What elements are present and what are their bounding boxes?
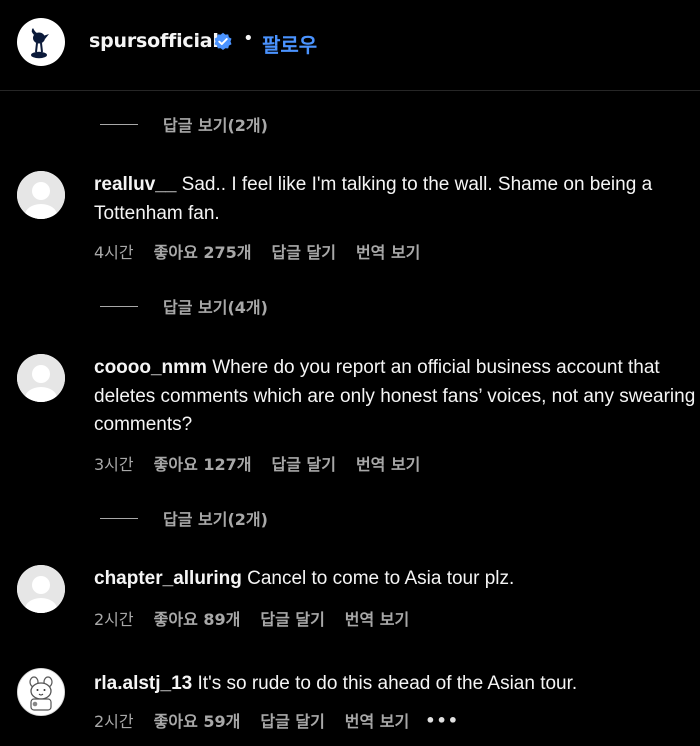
- translate-button[interactable]: 번역 보기: [356, 239, 420, 263]
- view-replies-label: 답글 보기(2개): [163, 116, 268, 135]
- reply-button[interactable]: 답글 달기: [260, 606, 324, 630]
- likes-count[interactable]: 좋아요 275개: [154, 239, 252, 263]
- comment-body: Sad.. I feel like I'm talking to the wal…: [94, 174, 653, 224]
- reply-button[interactable]: 답글 달기: [260, 708, 324, 732]
- follow-button[interactable]: 팔로우: [262, 29, 317, 58]
- replies-divider-line: [100, 305, 138, 307]
- reply-button[interactable]: 답글 달기: [271, 451, 335, 475]
- translate-button[interactable]: 번역 보기: [356, 451, 420, 475]
- comment-actions: 4시간 좋아요 275개 답글 달기 번역 보기: [94, 239, 436, 263]
- post-header: spursofficial • 팔로우: [0, 0, 700, 91]
- view-replies-label: 답글 보기(2개): [163, 510, 268, 529]
- comment-username[interactable]: coooo_nmm: [94, 357, 207, 378]
- default-avatar-icon[interactable]: [17, 171, 65, 219]
- comment-time: 3시간: [94, 455, 134, 474]
- likes-count[interactable]: 좋아요 89개: [154, 606, 241, 630]
- comment-actions: 2시간 좋아요 59개 답글 달기 번역 보기 •••: [94, 708, 459, 732]
- comment-username[interactable]: chapter_alluring: [94, 568, 242, 589]
- default-avatar-icon[interactable]: [17, 354, 65, 402]
- comment-username[interactable]: realluv__: [94, 174, 176, 195]
- default-avatar-icon[interactable]: [17, 565, 65, 613]
- header-separator: •: [243, 28, 254, 49]
- comment-text-block: coooo_nmm Where do you report an officia…: [94, 354, 698, 440]
- view-replies-button[interactable]: 답글 보기(4개): [100, 294, 268, 318]
- view-replies-label: 답글 보기(4개): [163, 298, 268, 317]
- view-replies-button[interactable]: 답글 보기(2개): [100, 506, 268, 530]
- translate-button[interactable]: 번역 보기: [345, 606, 409, 630]
- character-avatar-icon[interactable]: [17, 668, 65, 716]
- comment-username[interactable]: rla.alstj_13: [94, 673, 192, 694]
- likes-count[interactable]: 좋아요 127개: [154, 451, 252, 475]
- replies-divider-line: [100, 123, 138, 125]
- translate-button[interactable]: 번역 보기: [345, 708, 409, 732]
- more-options-icon[interactable]: •••: [425, 711, 459, 730]
- comment-body: It's so rude to do this ahead of the Asi…: [192, 673, 578, 694]
- reply-button[interactable]: 답글 달기: [271, 239, 335, 263]
- comment-time: 4시간: [94, 243, 134, 262]
- replies-divider-line: [100, 517, 138, 519]
- comment-time: 2시간: [94, 610, 134, 629]
- verified-badge-icon: [214, 32, 232, 50]
- account-avatar[interactable]: [17, 18, 65, 66]
- likes-count[interactable]: 좋아요 59개: [154, 708, 241, 732]
- comment-text-block: realluv__ Sad.. I feel like I'm talking …: [94, 171, 698, 228]
- spurs-cockerel-logo-icon: [31, 28, 49, 59]
- comment-text-block: chapter_alluring Cancel to come to Asia …: [94, 565, 698, 594]
- comments-page: spursofficial • 팔로우 답글 보기(2개) realluv__ …: [0, 0, 700, 746]
- comment-actions: 2시간 좋아요 89개 답글 달기 번역 보기: [94, 606, 425, 630]
- comment-text-block: rla.alstj_13 It's so rude to do this ahe…: [94, 670, 698, 699]
- view-replies-button[interactable]: 답글 보기(2개): [100, 112, 268, 136]
- comment-time: 2시간: [94, 712, 134, 731]
- comment-actions: 3시간 좋아요 127개 답글 달기 번역 보기: [94, 451, 436, 475]
- comment-body: Cancel to come to Asia tour plz.: [241, 568, 515, 589]
- account-username[interactable]: spursofficial: [89, 30, 219, 52]
